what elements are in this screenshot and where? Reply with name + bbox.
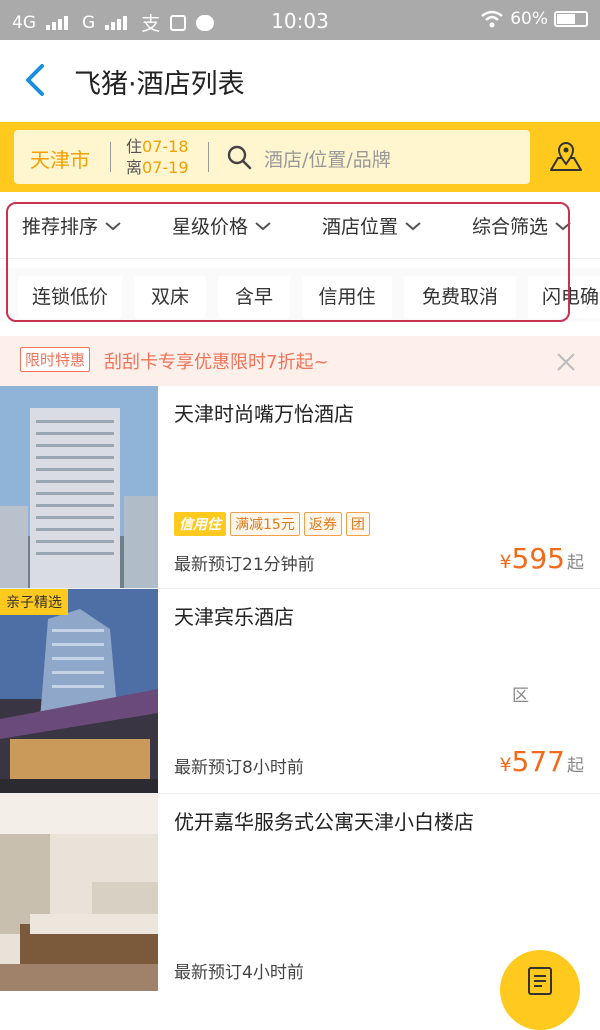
nav-bar: 飞猪·酒店列表 — [0, 40, 600, 122]
checkout-label: 离 — [126, 158, 143, 177]
recent-booking: 最新预订4小时前 — [174, 963, 304, 983]
hotel-area: 区 — [512, 686, 529, 706]
annotation-highlight-box — [6, 202, 570, 322]
document-icon — [528, 967, 552, 995]
hotel-photo — [0, 589, 158, 793]
currency: ¥ — [499, 551, 512, 573]
price-value: 595 — [511, 542, 565, 575]
search-header: 天津市 住07-18 离07-19 酒店/位置/品牌 — [0, 122, 600, 192]
badge-group: 团 — [345, 512, 370, 536]
map-icon[interactable] — [548, 140, 584, 176]
battery-percent: 60% — [510, 9, 548, 29]
hotel-photo — [0, 386, 158, 588]
recent-booking: 最新预订21分钟前 — [174, 555, 315, 575]
status-bar: 4G G 支 10:03 60% — [0, 0, 600, 40]
promo-tag: 限时特惠 — [20, 347, 91, 372]
hotel-name: 天津时尚嘴万怡酒店 — [174, 402, 354, 426]
hotel-badges: 信用住 满减15元 返券 团 — [174, 512, 370, 536]
badge-coupon: 返券 — [303, 512, 342, 536]
divider — [110, 142, 111, 172]
hotel-price: ¥595 起 — [499, 542, 584, 575]
checkin-date: 07-18 — [142, 137, 189, 156]
hotel-photo — [0, 794, 158, 991]
price-suffix: 起 — [567, 756, 584, 776]
badge-discount: 满减15元 — [230, 512, 300, 536]
date-selector[interactable]: 住07-18 离07-19 — [126, 136, 189, 178]
wifi-icon — [481, 10, 503, 28]
checkout-date: 07-19 — [142, 158, 189, 177]
hotel-list-item[interactable]: 优开嘉华服务式公寓天津小白楼店 最新预订4小时前 — [0, 794, 600, 991]
promo-text: 刮刮卡专享优惠限时7折起~ — [104, 352, 329, 373]
search-box[interactable]: 天津市 住07-18 离07-19 酒店/位置/品牌 — [14, 130, 530, 184]
hotel-price: ¥577 起 — [499, 745, 584, 778]
battery-icon — [554, 11, 588, 27]
city-selector[interactable]: 天津市 — [30, 144, 90, 173]
close-icon[interactable] — [556, 352, 576, 372]
currency: ¥ — [499, 754, 512, 776]
hotel-name: 天津宾乐酒店 — [174, 605, 294, 629]
price-value: 577 — [511, 745, 565, 778]
search-input[interactable]: 酒店/位置/品牌 — [264, 145, 391, 172]
badge-credit: 信用住 — [174, 512, 226, 536]
promo-banner[interactable]: 限时特惠 刮刮卡专享优惠限时7折起~ — [0, 336, 600, 386]
hotel-name: 优开嘉华服务式公寓天津小白楼店 — [174, 810, 474, 834]
divider — [208, 142, 209, 172]
search-icon — [227, 145, 252, 170]
floating-list-button[interactable] — [500, 950, 580, 1030]
back-arrow-icon[interactable] — [22, 62, 50, 98]
recent-booking: 最新预订8小时前 — [174, 758, 304, 778]
hotel-list-item[interactable]: 天津时尚嘴万怡酒店 信用住 满减15元 返券 团 最新预订21分钟前 ¥595 起 — [0, 386, 600, 589]
hotel-label: 亲子精选 — [0, 589, 68, 615]
page-title: 飞猪·酒店列表 — [74, 69, 245, 100]
checkin-label: 住 — [126, 137, 143, 156]
price-suffix: 起 — [567, 553, 584, 573]
hotel-list-item[interactable]: 亲子精选 天津宾乐酒店 区 最新预订8小时前 ¥577 起 — [0, 589, 600, 794]
